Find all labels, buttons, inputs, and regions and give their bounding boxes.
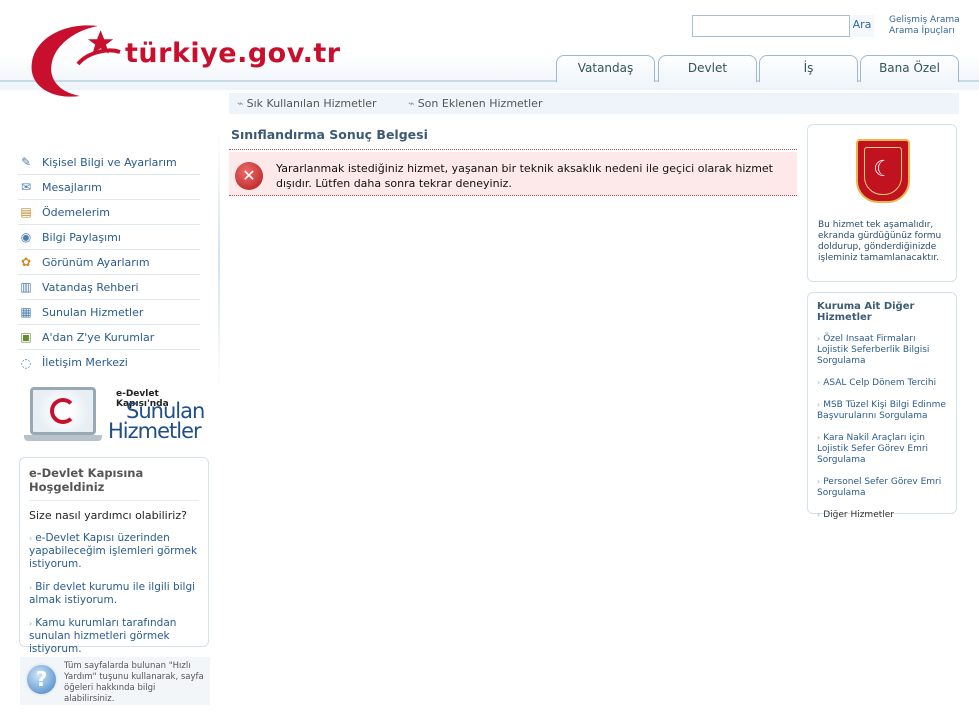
header: türkiye.gov.tr Ara Gelişmiş Arama Arama …: [0, 0, 979, 97]
ministry-emblem-icon: ☾: [856, 139, 910, 203]
share-icon: ◉: [20, 230, 32, 244]
institution-info-box: ☾ Bu hizmet tek aşamalıdır, ekranda gürd…: [807, 124, 957, 282]
welcome-link-3[interactable]: › Kamu kurumları tarafından sunulan hizme…: [29, 617, 199, 656]
sidebar-item-contact-center[interactable]: ◌ İletişim Merkezi: [18, 350, 200, 375]
tag-icon: ⌁: [237, 97, 244, 110]
sidebar-item-payments[interactable]: ▤ Ödemelerim: [18, 200, 200, 225]
left-sidebar-menu: ✎ Kişisel Bilgi ve Ayarlarım ✉ Mesajlarım …: [18, 150, 200, 375]
help-icon[interactable]: ?: [25, 663, 58, 696]
service-link-5[interactable]: › Personel Sefer Görev Emri Sorgulama: [817, 476, 947, 499]
frequent-services-link[interactable]: ⌁ Sık Kullanılan Hizmetler: [237, 97, 391, 110]
sidebar-item-appearance[interactable]: ✿ Görünüm Ayarlarım: [18, 250, 200, 275]
service-link-2[interactable]: › ASAL Celp Dönem Tercihi: [817, 377, 947, 389]
sidebar-divider: [218, 130, 220, 390]
tab-is[interactable]: İş: [759, 55, 858, 82]
sidebar-item-services[interactable]: ▦ Sunulan Hizmetler: [18, 300, 200, 325]
arrow-right-icon: ›: [817, 433, 821, 442]
service-link-4[interactable]: › Kara Nakil Araçları için Lojistik Sefer…: [817, 432, 947, 466]
laptop-base: [24, 435, 102, 441]
arrow-right-icon: ›: [29, 534, 33, 543]
site-logo-text[interactable]: türkiye.gov.tr: [125, 38, 341, 69]
envelope-icon: ✉: [20, 180, 32, 194]
profile-icon: ✎: [20, 155, 32, 169]
advanced-search-link[interactable]: Gelişmiş Arama: [889, 15, 960, 26]
other-services-box: Kuruma Ait Diğer Hizmetler › Özel Insaat …: [807, 292, 957, 520]
sidebar-item-citizen-guide[interactable]: ▥ Vatandaş Rehberi: [18, 275, 200, 300]
services-icon: ▦: [20, 305, 32, 319]
tab-vatandas[interactable]: Vatandaş: [556, 55, 655, 82]
error-message: Yararlanmak istediğiniz hizmet, yaşanan …: [276, 162, 773, 190]
chat-icon: ◌: [20, 355, 32, 370]
welcome-link-1[interactable]: › e-Devlet Kapısı üzerinden yapabileceğim…: [29, 532, 199, 571]
arrow-right-icon: ›: [29, 619, 33, 628]
welcome-title: e-Devlet Kapısına Hoşgeldiniz: [29, 466, 199, 501]
welcome-box: e-Devlet Kapısına Hoşgeldiniz Size nasıl…: [19, 457, 209, 655]
sidebar-item-institutions[interactable]: ▣ A'dan Z'ye Kurumlar: [18, 325, 200, 350]
crescent-star-icon: ☾: [864, 147, 902, 195]
quick-help-box: ? Tüm sayfalarda bulunan "Hızlı Yardım" …: [20, 657, 210, 705]
services-banner[interactable]: e-Devlet Kapısı'nda Sunulan Hizmetler: [20, 383, 210, 445]
banner-line3: Hizmetler: [108, 419, 202, 443]
search-tips-link[interactable]: Arama İpuçları: [889, 26, 960, 37]
book-icon: ▥: [20, 280, 32, 294]
sidebar-item-personal-info[interactable]: ✎ Kişisel Bilgi ve Ayarlarım: [18, 150, 200, 175]
search-button[interactable]: Ara: [849, 15, 874, 37]
service-link-3[interactable]: › MSB Tüzel Kişi Bilgi Edinme Başvuruları…: [817, 399, 947, 422]
arrow-right-icon: ›: [817, 378, 821, 387]
quick-help-text: Tüm sayfalarda bulunan "Hızlı Yardım" tu…: [64, 661, 204, 704]
sidebar-item-messages[interactable]: ✉ Mesajlarım: [18, 175, 200, 200]
laptop-icon: [30, 387, 96, 435]
tag-icon: ⌁: [408, 97, 415, 110]
arrow-right-icon: ›: [817, 400, 821, 409]
sidebar-item-info-sharing[interactable]: ◉ Bilgi Paylaşımı: [18, 225, 200, 250]
payment-icon: ▤: [20, 205, 32, 219]
error-alert: ✕ Yararlanmak istediğiniz hizmet, yaşana…: [229, 152, 797, 196]
page-title: Sınıflandırma Sonuç Belgesi: [231, 127, 428, 142]
tab-bana-ozel[interactable]: Bana Özel: [860, 55, 959, 82]
building-icon: ▣: [20, 330, 32, 344]
tab-devlet[interactable]: Devlet: [658, 55, 757, 82]
single-step-info: Bu hizmet tek aşamalıdır, ekranda gürdüğ…: [818, 220, 942, 263]
title-divider: [229, 149, 797, 150]
error-close-icon: ✕: [235, 162, 263, 190]
welcome-link-2[interactable]: › Bir devlet kurumu ile ilgili bilgi alma…: [29, 581, 199, 607]
recent-services-link[interactable]: ⌁ Son Eklenen Hizmetler: [408, 97, 556, 110]
palette-icon: ✿: [20, 255, 32, 269]
arrow-right-icon: ›: [817, 334, 821, 343]
service-link-1[interactable]: › Özel Insaat Firmaları Lojistik Seferber…: [817, 333, 947, 367]
search-input[interactable]: [692, 15, 874, 37]
welcome-question: Size nasıl yardımcı olabiliriz?: [29, 509, 187, 522]
logo-crescent-icon: [50, 398, 76, 424]
search-links: Gelişmiş Arama Arama İpuçları: [889, 15, 960, 37]
arrow-right-icon: ›: [817, 477, 821, 486]
other-services-title: Kuruma Ait Diğer Hizmetler: [817, 301, 915, 323]
arrow-right-icon: ›: [29, 583, 33, 592]
sub-navigation: ⌁ Sık Kullanılan Hizmetler ⌁ Son Eklenen H…: [229, 93, 959, 114]
arrow-right-icon: ›: [817, 510, 821, 519]
other-services-link[interactable]: › Diğer Hizmetler: [817, 509, 947, 521]
